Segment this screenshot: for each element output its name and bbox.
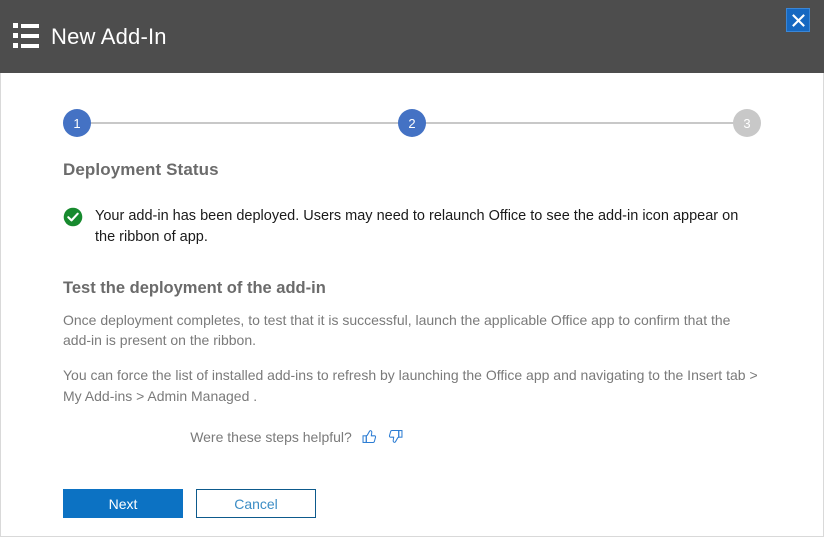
step-1-number: 1 (73, 115, 81, 131)
close-button[interactable] (786, 8, 810, 32)
feedback-row: Were these steps helpful? (63, 428, 761, 445)
page-title: New Add-In (51, 23, 167, 49)
test-paragraph-1: Once deployment completes, to test that … (63, 311, 731, 349)
step-2-number: 2 (408, 115, 416, 131)
step-2[interactable]: 2 (398, 109, 426, 137)
test-paragraph-2: You can force the list of installed add-… (63, 367, 758, 404)
thumbs-down-icon (388, 430, 403, 444)
wizard-stepper: 1 2 3 (63, 109, 761, 137)
deployment-status-row: Your add-in has been deployed. Users may… (63, 206, 761, 249)
section-title-test-deployment: Test the deployment of the add-in (63, 278, 326, 297)
thumbs-down-button[interactable] (387, 428, 404, 445)
new-add-in-dialog: New Add-In 1 2 3 Deployment Status Your … (0, 0, 824, 537)
dialog-body: 1 2 3 Deployment Status Your add-in has … (0, 73, 824, 537)
thumbs-up-icon (362, 430, 376, 444)
thumbs-up-button[interactable] (361, 428, 378, 445)
next-button[interactable]: Next (63, 489, 183, 518)
cancel-button[interactable]: Cancel (196, 489, 316, 518)
dialog-header: New Add-In (0, 0, 824, 73)
feedback-question: Were these steps helpful? (190, 428, 352, 445)
step-3-number: 3 (743, 115, 751, 131)
list-icon (13, 23, 39, 49)
dialog-action-buttons: Next Cancel (63, 489, 316, 518)
step-1[interactable]: 1 (63, 109, 91, 137)
section-title-deployment-status: Deployment Status (63, 160, 219, 179)
check-circle-icon (63, 207, 83, 227)
close-icon (791, 13, 805, 27)
step-3[interactable]: 3 (733, 109, 761, 137)
deployment-status-message: Your add-in has been deployed. Users may… (95, 208, 739, 246)
